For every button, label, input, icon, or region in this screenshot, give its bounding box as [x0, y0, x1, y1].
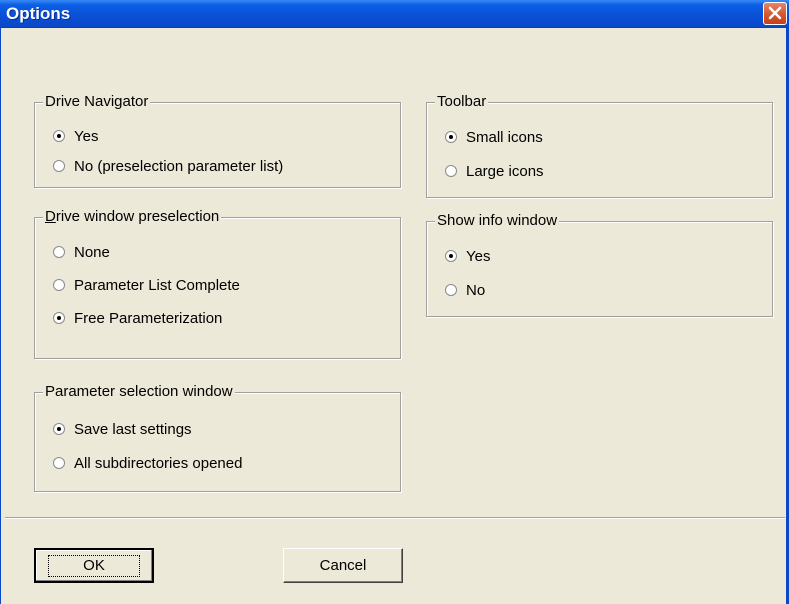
drive-navigator-no-option[interactable]: No (preselection parameter list) — [53, 157, 283, 175]
radio-button[interactable] — [445, 284, 457, 296]
radio-button[interactable] — [53, 312, 65, 324]
drive-navigator-group: Drive Navigator Yes No (preselection par… — [34, 93, 401, 188]
radio-button[interactable] — [53, 279, 65, 291]
radio-button[interactable] — [53, 130, 65, 142]
group-label: Drive Navigator — [43, 93, 151, 111]
option-label: Yes — [466, 247, 491, 265]
drive-window-parameter-list-option[interactable]: Parameter List Complete — [53, 276, 240, 294]
large-icons-option[interactable]: Large icons — [445, 162, 544, 180]
option-label: No — [466, 281, 486, 299]
radio-button[interactable] — [445, 165, 457, 177]
radio-button[interactable] — [445, 250, 457, 262]
option-label: None — [74, 243, 110, 261]
small-icons-option[interactable]: Small icons — [445, 128, 543, 146]
radio-button[interactable] — [53, 246, 65, 258]
option-label: Small icons — [466, 128, 543, 146]
ok-button[interactable]: OK — [34, 548, 154, 583]
cancel-button[interactable]: Cancel — [283, 548, 403, 583]
radio-button[interactable] — [53, 423, 65, 435]
close-icon — [768, 6, 782, 20]
drive-window-preselection-group: Drive window preselection None Parameter… — [34, 208, 401, 359]
group-label: Toolbar — [435, 93, 489, 111]
option-label: No (preselection parameter list) — [74, 157, 284, 175]
toolbar-group: Toolbar Small icons Large icons — [426, 93, 773, 198]
radio-button[interactable] — [53, 457, 65, 469]
group-label: Show info window — [435, 212, 560, 230]
option-label: Parameter List Complete — [74, 276, 240, 294]
group-label: Parameter selection window — [43, 383, 235, 401]
option-label: Yes — [74, 127, 99, 145]
save-last-settings-option[interactable]: Save last settings — [53, 420, 192, 438]
cancel-button-label: Cancel — [319, 557, 367, 574]
drive-navigator-yes-option[interactable]: Yes — [53, 127, 98, 145]
parameter-selection-window-group: Parameter selection window Save last set… — [34, 383, 401, 492]
option-label: Save last settings — [74, 420, 192, 438]
option-label: Free Parameterization — [74, 309, 223, 327]
drive-window-none-option[interactable]: None — [53, 243, 110, 261]
title-bar[interactable]: Options — [0, 0, 789, 28]
group-label: Drive window preselection — [43, 208, 222, 226]
all-subdirectories-option[interactable]: All subdirectories opened — [53, 454, 242, 472]
info-window-yes-option[interactable]: Yes — [445, 247, 490, 265]
radio-button[interactable] — [53, 160, 65, 172]
separator — [5, 517, 785, 519]
info-window-no-option[interactable]: No — [445, 281, 485, 299]
group-label-rest: rive window preselection — [55, 208, 220, 225]
window-title: Options — [6, 4, 71, 23]
option-label: Large icons — [466, 162, 544, 180]
show-info-window-group: Show info window Yes No — [426, 212, 773, 317]
dialog-body: Drive Navigator Yes No (preselection par… — [0, 28, 789, 604]
radio-button[interactable] — [445, 131, 457, 143]
option-label: All subdirectories opened — [74, 454, 243, 472]
close-button[interactable] — [763, 2, 787, 25]
drive-window-free-parameterization-option[interactable]: Free Parameterization — [53, 309, 222, 327]
ok-button-label: OK — [48, 554, 140, 577]
